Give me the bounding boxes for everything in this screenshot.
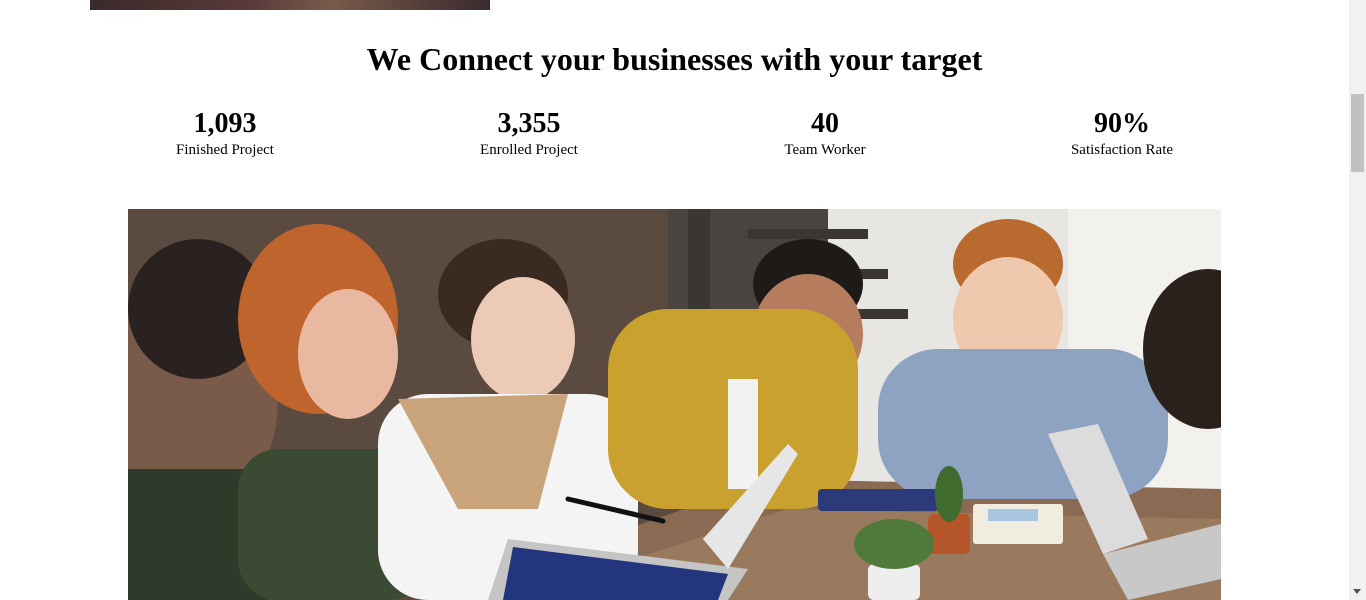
stat-value: 40 <box>811 108 839 139</box>
top-image-strip <box>90 0 490 10</box>
page-scrollbar[interactable] <box>1349 0 1366 600</box>
stat-value: 1,093 <box>193 108 257 139</box>
stat-value: 90% <box>1094 108 1150 139</box>
stat-enrolled-project: 3,355 Enrolled Project <box>409 108 649 160</box>
scroll-down-arrow-icon[interactable] <box>1353 589 1361 594</box>
stat-value: 3,355 <box>497 108 561 139</box>
stat-label: Finished Project <box>176 142 274 158</box>
section-heading: We Connect your businesses with your tar… <box>366 41 983 77</box>
stat-label: Team Worker <box>784 142 866 158</box>
stat-label: Satisfaction Rate <box>1070 142 1174 158</box>
stat-satisfaction-rate: 90% Satisfaction Rate <box>1002 108 1242 160</box>
team-meeting-photo <box>128 209 1221 600</box>
stat-finished-project: 1,093 Finished Project <box>105 108 345 160</box>
stat-team-worker: 40 Team Worker <box>705 108 945 160</box>
stat-label: Enrolled Project <box>480 142 578 158</box>
scrollbar-thumb[interactable] <box>1351 94 1364 172</box>
